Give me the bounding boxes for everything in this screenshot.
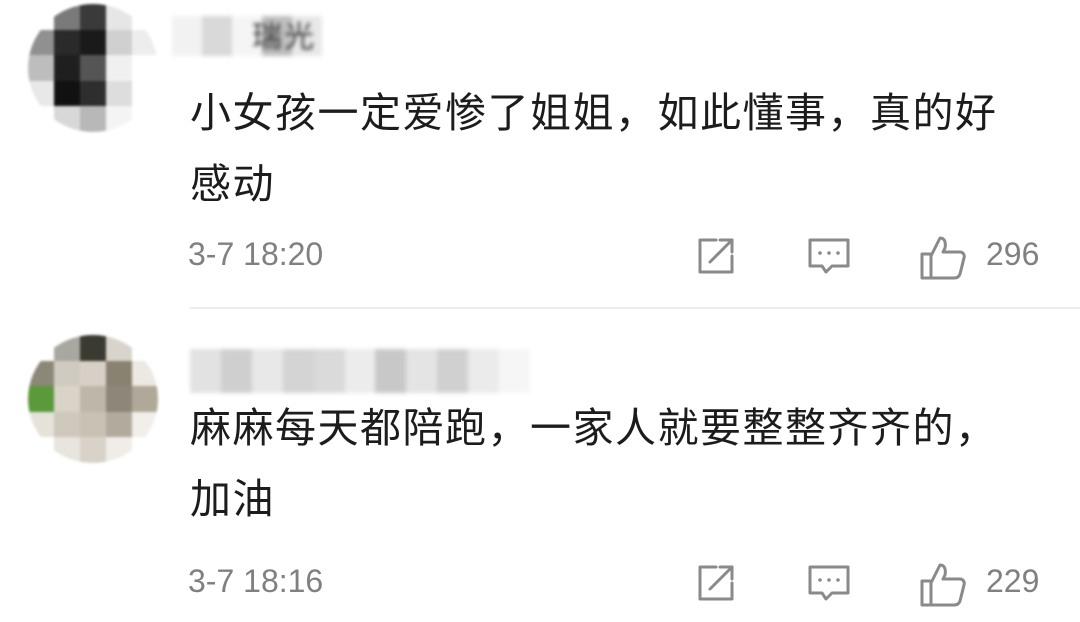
like-count: 229 bbox=[986, 563, 1040, 599]
avatar[interactable] bbox=[28, 4, 158, 132]
comment-time: 3-7 18:20 bbox=[188, 236, 324, 272]
comment-item: 麻麻每天都陪跑，一家人就要整整齐齐的，加油 3-7 18:16 229 bbox=[0, 309, 1080, 622]
comment-time: 3-7 18:16 bbox=[188, 563, 324, 599]
share-icon[interactable] bbox=[694, 561, 738, 605]
avatar[interactable] bbox=[28, 335, 158, 463]
like-count: 296 bbox=[986, 236, 1040, 272]
comment-item: 瑞光 小女孩一定爱惨了姐姐，如此懂事，真的好感动 3-7 18:20 296 bbox=[0, 0, 1080, 308]
comment-icon[interactable] bbox=[806, 561, 852, 605]
thumbs-up-icon[interactable] bbox=[918, 561, 968, 609]
share-icon[interactable] bbox=[694, 234, 738, 278]
username-redacted[interactable] bbox=[190, 349, 530, 393]
comment-meta: 3-7 18:20 296 bbox=[0, 234, 1080, 284]
comment-text: 小女孩一定爱惨了姐姐，如此懂事，真的好感动 bbox=[190, 89, 998, 208]
comment-icon[interactable] bbox=[806, 234, 852, 278]
username-text[interactable]: 瑞光 bbox=[252, 12, 316, 56]
thumbs-up-icon[interactable] bbox=[918, 234, 968, 282]
comment-meta: 3-7 18:16 229 bbox=[0, 561, 1080, 611]
comment-text: 麻麻每天都陪跑，一家人就要整整齐齐的，加油 bbox=[190, 404, 998, 523]
